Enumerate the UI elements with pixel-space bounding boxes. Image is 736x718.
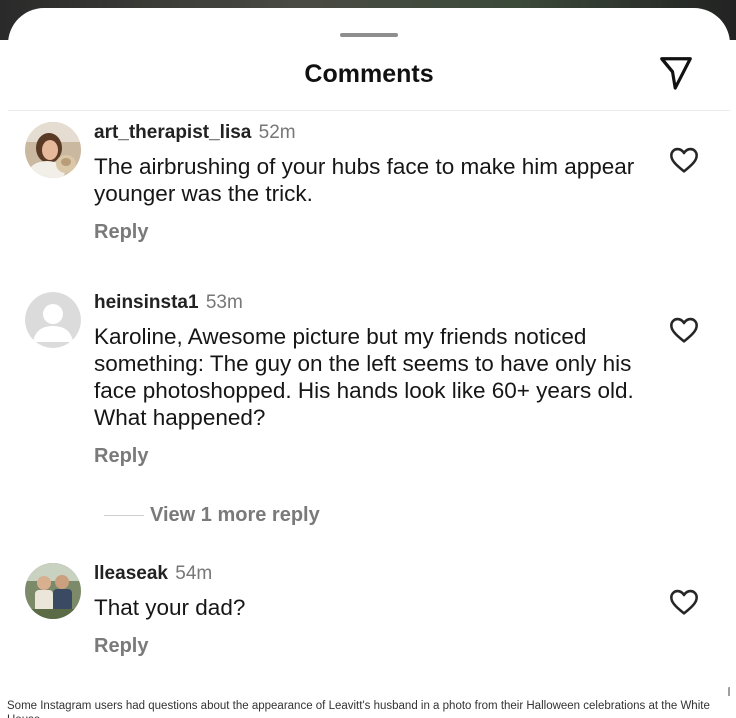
scrollbar[interactable] (728, 687, 730, 696)
default-person-avatar-icon[interactable] (25, 292, 81, 348)
comments-sheet: Comments art_therapist_lisa 52m The airb… (8, 8, 730, 696)
comment-text: The airbrushing of your hubs face to mak… (94, 154, 635, 206)
avatar[interactable] (25, 122, 81, 178)
heart-outline-icon[interactable] (668, 144, 700, 176)
comment-text: Karoline, Awesome picture but my friends… (94, 324, 634, 430)
reply-button[interactable]: Reply (94, 635, 148, 658)
sheet-title: Comments (304, 60, 434, 88)
reply-button[interactable]: Reply (94, 221, 148, 244)
image-caption: Some Instagram users had questions about… (7, 700, 710, 718)
drag-handle[interactable] (340, 33, 398, 37)
view-more-replies[interactable]: View 1 more reply (94, 498, 354, 534)
avatar[interactable] (25, 563, 81, 619)
comment-username[interactable]: art_therapist_lisa (94, 122, 251, 143)
comment-text: That your dad? (94, 595, 246, 620)
heart-outline-icon[interactable] (668, 586, 700, 618)
comment-username[interactable]: heinsinsta1 (94, 292, 199, 313)
heart-outline-icon[interactable] (668, 314, 700, 346)
view-more-divider (104, 515, 144, 516)
comment-time: 53m (205, 292, 243, 313)
comment-time: 52m (258, 122, 296, 143)
view-more-replies-button[interactable]: View 1 more reply (150, 504, 320, 527)
comment-time: 54m (175, 563, 213, 584)
comment-username[interactable]: lleaseak (94, 563, 168, 584)
header-divider (8, 110, 730, 111)
reply-button[interactable]: Reply (94, 445, 148, 468)
paper-plane-icon[interactable] (657, 54, 695, 92)
